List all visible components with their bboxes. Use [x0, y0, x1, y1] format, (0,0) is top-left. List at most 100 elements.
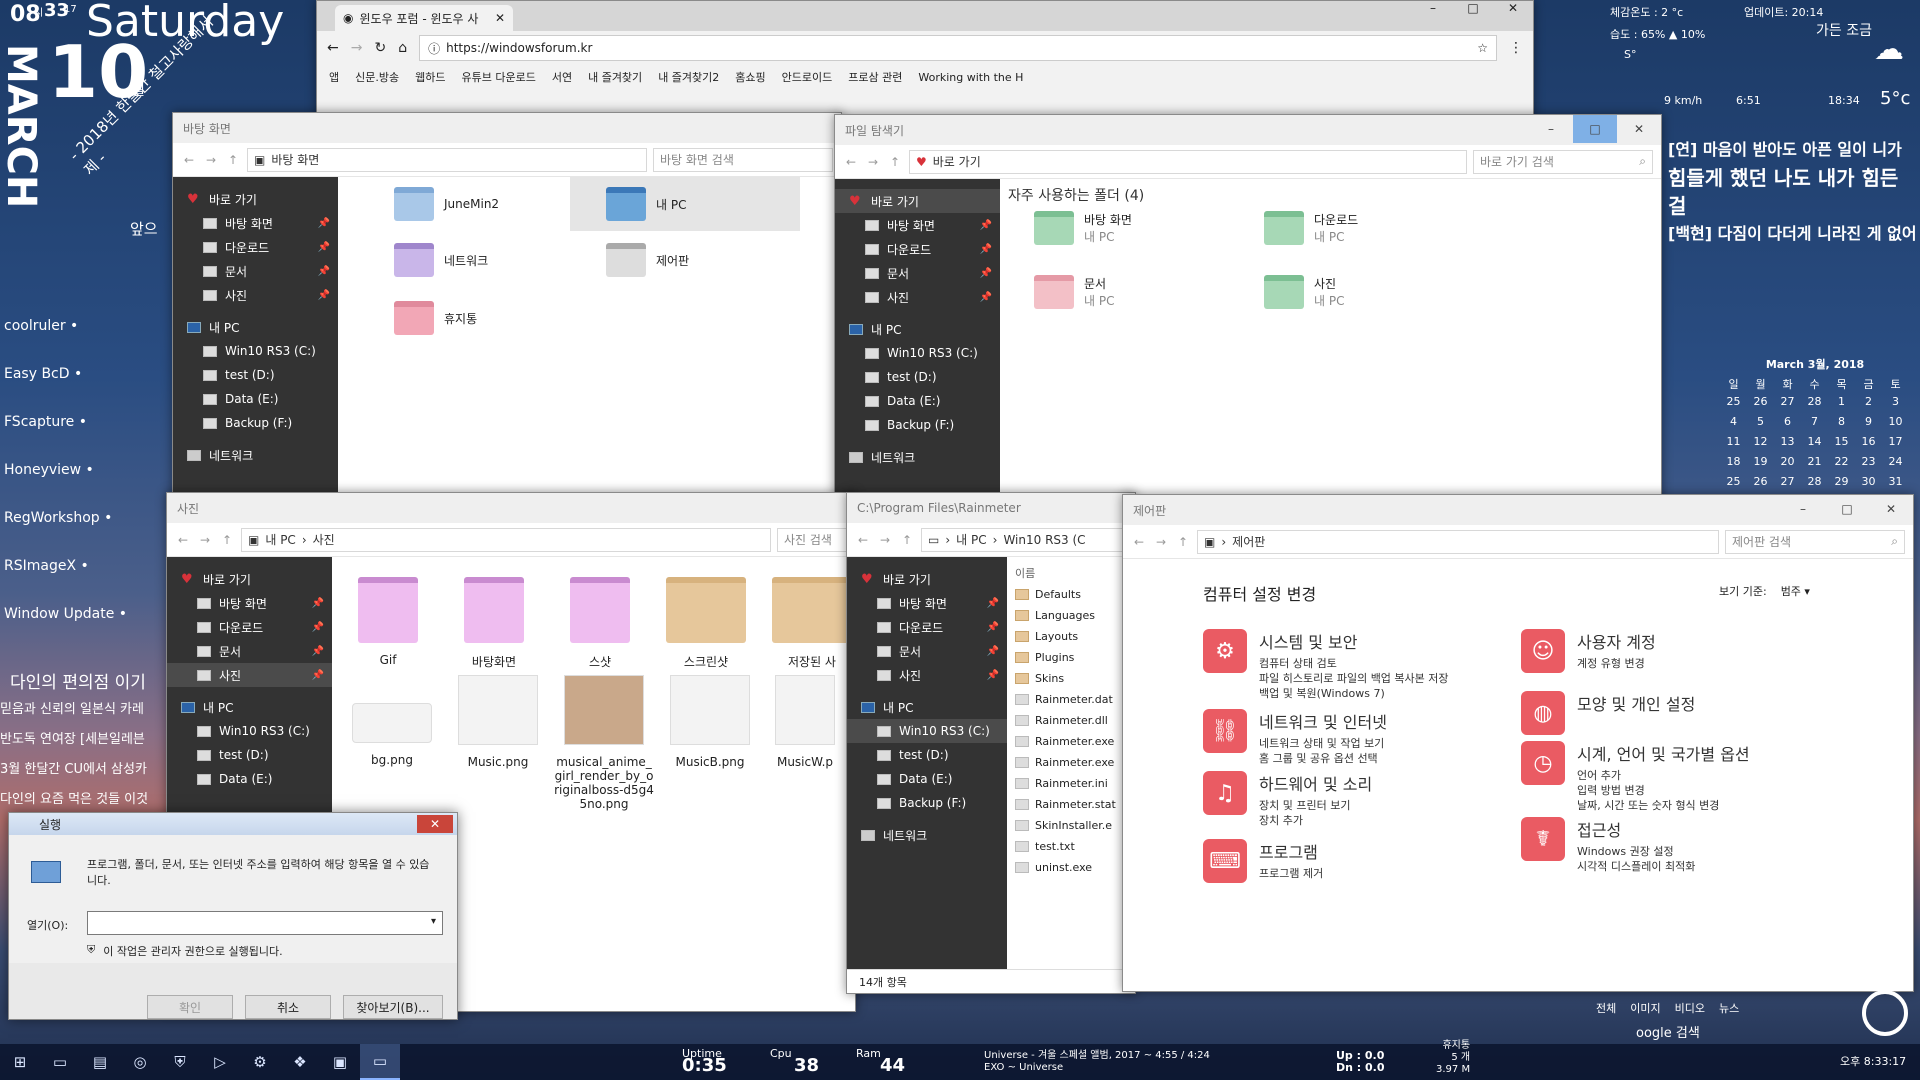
play-icon[interactable]: ▷ — [200, 1044, 240, 1080]
launcher-item[interactable]: coolruler • — [4, 318, 127, 366]
star-icon[interactable]: ☆ — [1477, 41, 1488, 55]
quick-folder[interactable]: 바탕 화면 내 PC — [1034, 211, 1132, 245]
nav-desktop[interactable]: 바탕 화면 📌 — [167, 591, 332, 615]
category-sublink[interactable]: 파일 히스토리로 파일의 백업 복사본 저장 — [1259, 671, 1449, 686]
nav-quick-access[interactable]: ♥ 바로 가기 — [167, 567, 332, 591]
google-link[interactable]: 뉴스 — [1719, 1000, 1739, 1016]
file-row[interactable]: Rainmeter.stat — [1015, 794, 1135, 815]
category-sublink[interactable]: 계정 유형 변경 — [1577, 656, 1656, 671]
nav-docs[interactable]: 문서 📌 — [847, 639, 1007, 663]
explorer-icon[interactable]: ▤ — [80, 1044, 120, 1080]
nav-drive-c[interactable]: Win10 RS3 (C:) — [835, 341, 1000, 365]
file-row[interactable]: Plugins — [1015, 647, 1135, 668]
nav-network[interactable]: 네트워크 — [847, 823, 1007, 847]
browse-button[interactable]: 찾아보기(B)... — [343, 995, 443, 1019]
start-icon[interactable]: ⊞ — [0, 1044, 40, 1080]
calendar-day[interactable]: 25 — [1720, 392, 1747, 412]
folder-item[interactable]: 스크린샷 — [666, 577, 746, 670]
calendar-day[interactable]: 3 — [1882, 392, 1909, 412]
home-icon[interactable]: ⌂ — [398, 40, 407, 56]
bookmark-item[interactable]: Working with the H — [918, 71, 1023, 84]
up-icon[interactable]: ↑ — [219, 533, 235, 547]
category-link[interactable]: 시스템 및 보안 — [1259, 629, 1449, 653]
google-link[interactable]: 이미지 — [1630, 1000, 1660, 1016]
category-sublink[interactable]: 네트워크 상태 및 작업 보기 — [1259, 736, 1387, 751]
file-row[interactable]: Rainmeter.dll — [1015, 710, 1135, 731]
file-row[interactable]: Rainmeter.exe — [1015, 731, 1135, 752]
category-link[interactable]: 네트워크 및 인터넷 — [1259, 709, 1387, 733]
quick-folder[interactable]: 사진 내 PC — [1264, 275, 1344, 309]
calendar-day[interactable]: 31 — [1882, 472, 1909, 492]
nav-quick-access[interactable]: ♥ 바로 가기 — [835, 189, 1000, 213]
file-row[interactable]: Rainmeter.dat — [1015, 689, 1135, 710]
reload-icon[interactable]: ↻ — [374, 40, 386, 56]
maximize-icon[interactable]: □ — [1453, 1, 1493, 15]
google-link[interactable]: 비디오 — [1675, 1000, 1705, 1016]
calendar-day[interactable]: 2 — [1855, 392, 1882, 412]
calendar-day[interactable]: 6 — [1774, 412, 1801, 432]
ok-button[interactable]: 확인 — [147, 995, 233, 1019]
calendar-day[interactable]: 27 — [1774, 392, 1801, 412]
category-sublink[interactable]: 언어 추가 — [1577, 768, 1750, 783]
launcher-item[interactable]: RegWorkshop • — [4, 510, 127, 558]
calendar-day[interactable]: 22 — [1828, 452, 1855, 472]
folder-item[interactable]: Gif — [348, 577, 428, 667]
category-sublink[interactable]: 컴퓨터 상태 검토 — [1259, 656, 1449, 671]
forward-icon[interactable]: → — [197, 533, 213, 547]
nav-mypc[interactable]: 내 PC — [167, 695, 332, 719]
desktop-item[interactable]: 내 PC — [570, 177, 800, 231]
address-bar[interactable]: ▣ 내 PC › 사진 — [241, 527, 771, 552]
nav-drive-e[interactable]: Data (E:) — [167, 767, 332, 791]
calendar-day[interactable]: 12 — [1747, 432, 1774, 452]
maximize-icon[interactable]: □ — [1573, 115, 1617, 143]
calendar-day[interactable]: 9 — [1855, 412, 1882, 432]
folder-item[interactable]: 바탕화면 — [454, 577, 534, 670]
calendar-day[interactable]: 14 — [1801, 432, 1828, 452]
bookmark-item[interactable]: 서연 — [552, 69, 572, 85]
nav-drive-f[interactable]: Backup (F:) — [847, 791, 1007, 815]
open-input[interactable]: ▾ — [87, 911, 443, 935]
close-icon[interactable]: ✕ — [495, 11, 505, 25]
bookmark-item[interactable]: 홈쇼핑 — [735, 69, 765, 85]
category-sublink[interactable]: 시각적 디스플레이 최적화 — [1577, 859, 1695, 874]
calendar-day[interactable]: 29 — [1828, 472, 1855, 492]
news-item[interactable]: 반도독 연여장 [세븐일레븐 — [0, 728, 170, 758]
calendar-day[interactable]: 23 — [1855, 452, 1882, 472]
calendar-day[interactable]: 17 — [1882, 432, 1909, 452]
launcher-item[interactable]: RSImageX • — [4, 558, 127, 606]
calendar-day[interactable]: 30 — [1855, 472, 1882, 492]
forward-icon[interactable]: → — [877, 533, 893, 547]
url-bar[interactable]: ⓘ https://windowsforum.kr ☆ — [419, 35, 1497, 61]
desktop-item[interactable]: 휴지통 — [394, 301, 477, 335]
folder-item[interactable]: 저장된 사 — [772, 577, 852, 670]
minimize-icon[interactable]: – — [1781, 495, 1825, 523]
nav-downloads[interactable]: 다운로드 📌 — [835, 237, 1000, 261]
search-input[interactable]: 제어판 검색 ⌕ — [1725, 529, 1905, 554]
calendar-day[interactable]: 16 — [1855, 432, 1882, 452]
address-bar[interactable]: ♥ 바로 가기 — [909, 149, 1467, 174]
search-input[interactable]: 바탕 화면 검색 — [653, 147, 833, 172]
calendar-day[interactable]: 8 — [1828, 412, 1855, 432]
address-bar[interactable]: ▣ › 제어판 — [1197, 529, 1719, 554]
calendar-day[interactable]: 5 — [1747, 412, 1774, 432]
calendar-day[interactable]: 15 — [1828, 432, 1855, 452]
bookmark-item[interactable]: 안드로이드 — [782, 69, 833, 85]
forward-icon[interactable]: → — [203, 153, 219, 167]
launcher-item[interactable]: Easy BcD • — [4, 366, 127, 414]
file-row[interactable]: Layouts — [1015, 626, 1135, 647]
view-by-select[interactable]: 범주 ▾ — [1781, 583, 1810, 599]
file-row[interactable]: test.txt — [1015, 836, 1135, 857]
launcher-item[interactable]: FScapture • — [4, 414, 127, 462]
nav-drive-e[interactable]: Data (E:) — [173, 387, 338, 411]
file-item[interactable]: Music.png — [450, 675, 546, 769]
calendar-day[interactable]: 20 — [1774, 452, 1801, 472]
category-sublink[interactable]: 입력 방법 변경 — [1577, 783, 1750, 798]
category-sublink[interactable]: Windows 권장 설정 — [1577, 844, 1695, 859]
file-item[interactable]: MusicB.png — [662, 675, 758, 769]
desktop-item[interactable]: 제어판 — [606, 243, 689, 277]
calendar-day[interactable]: 26 — [1747, 472, 1774, 492]
bookmark-item[interactable]: 내 즐겨찾기 — [588, 69, 642, 85]
back-icon[interactable]: ← — [843, 155, 859, 169]
calendar-day[interactable]: 18 — [1720, 452, 1747, 472]
nav-mypc[interactable]: 내 PC — [835, 317, 1000, 341]
